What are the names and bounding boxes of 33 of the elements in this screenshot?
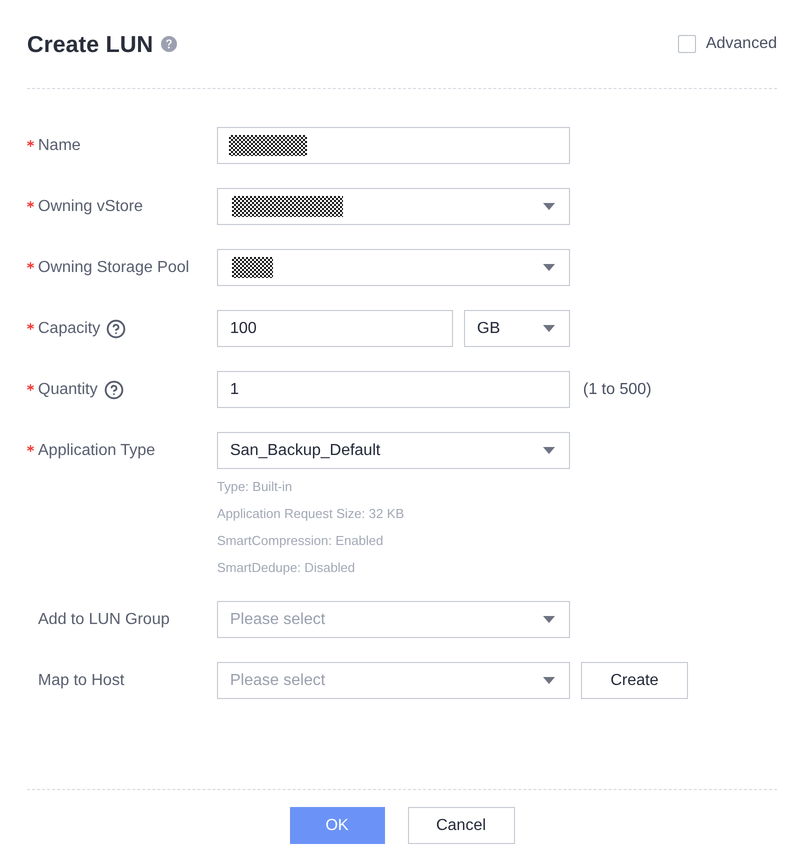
cancel-button[interactable]: Cancel	[408, 807, 514, 844]
dropdown[interactable]	[217, 188, 570, 225]
caret-icon	[543, 677, 555, 684]
detail-text: SmartDedupe: Disabled	[217, 559, 356, 577]
caret-icon	[543, 447, 555, 454]
field-label: Map to Host	[38, 672, 124, 690]
field-label: Owning vStore	[38, 198, 143, 216]
dropdown[interactable]	[217, 249, 570, 286]
field-label: Owning Storage Pool	[38, 258, 190, 276]
unit-dropdown[interactable]: GB	[464, 310, 570, 347]
text-input[interactable]	[217, 127, 570, 164]
field-label: Quantity	[38, 380, 98, 398]
field-label: Application Type	[38, 442, 156, 460]
field-label: Name	[38, 136, 81, 154]
create-button[interactable]: Create	[581, 662, 688, 699]
text-input[interactable]: 100	[217, 310, 453, 347]
advanced-checkbox[interactable]	[678, 35, 696, 53]
help-icon[interactable]	[106, 318, 126, 338]
text-input[interactable]: 1	[217, 371, 570, 408]
detail-text: SmartCompression: Enabled	[217, 532, 384, 550]
caret-icon	[543, 203, 555, 210]
caret-icon	[543, 264, 555, 271]
checkbox-label: Advanced	[706, 35, 777, 53]
detail-text: Application Request Size: 32 KB	[217, 505, 404, 523]
dropdown[interactable]: San_Backup_Default	[217, 432, 570, 469]
field-label: Add to LUN Group	[38, 610, 170, 628]
caret-icon	[543, 616, 555, 623]
field-label: Capacity	[38, 320, 100, 338]
caret-icon	[543, 325, 555, 332]
detail-text: Type: Built-in	[217, 478, 292, 496]
dialog-title: Create LUN	[27, 30, 154, 58]
range-hint: (1 to 500)	[583, 380, 652, 398]
help-icon[interactable]	[104, 380, 124, 400]
